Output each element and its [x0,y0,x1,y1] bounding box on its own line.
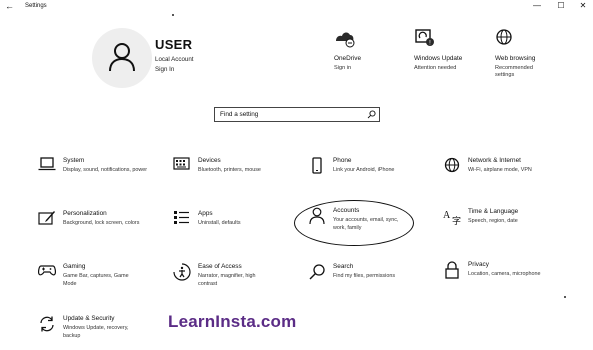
highlight-ellipse [294,200,414,246]
search-placeholder: Find a setting [220,111,259,118]
search-input[interactable]: Find a setting [214,107,380,122]
update-icon [40,316,54,332]
ease-of-access-icon [173,263,191,281]
category-title: Apps [198,210,213,217]
profile-sign-in-link[interactable]: Sign In [155,66,174,74]
phone-icon [312,157,322,174]
category-title: System [63,157,85,164]
title-bar: ← Settings — ☐ ✕ [0,0,593,14]
category-title: Update & Security [63,315,115,322]
time-language-icon: A 字 [443,210,461,226]
profile-account-type: Local Account [155,56,194,63]
quick-link-title: OneDrive [334,55,361,62]
search-icon[interactable] [367,110,376,119]
user-icon [109,43,135,72]
category-title: Gaming [63,263,86,270]
category-title: Time & Language [468,208,519,215]
windows-update-icon: ! [415,29,434,47]
globe-icon [444,157,460,173]
category-description: Background, lock screen, colors [63,220,140,226]
category-description: Narrator, magnifier, high contrast [198,273,256,287]
window-title: Settings [25,3,47,9]
apps-list-icon [174,211,189,224]
quick-link-title: Web browsing [495,55,536,62]
category-title: Ease of Access [198,263,242,270]
category-description: Bluetooth, printers, mouse [198,167,261,173]
close-icon[interactable]: ✕ [578,1,588,11]
category-title: Phone [333,157,352,164]
paint-icon [38,211,55,225]
watermark-logo: LearnInsta.com [168,312,297,331]
category-title: Search [333,263,354,270]
category-description: Find my files, permissions [333,273,396,279]
category-description: Location, camera, microphone [468,271,541,277]
globe-icon [496,29,512,45]
scan-speck [172,14,174,16]
svg-text:A: A [443,210,451,221]
onedrive-icon [336,32,355,48]
category-description: Windows Update, recovery, backup [63,325,129,339]
quick-link-subtitle: Sign in [334,65,352,71]
quick-link-subtitle-2: settings [495,72,515,78]
laptop-icon [38,157,56,171]
minimize-icon[interactable]: — [532,1,542,11]
category-description: Speech, region, date [468,218,518,224]
avatar[interactable] [92,28,152,88]
category-description: Display, sound, notifications, power [63,167,148,173]
category-title: Devices [198,157,221,164]
search-icon [309,264,325,280]
scan-speck [564,296,566,298]
profile-name: USER [155,37,193,52]
category-description: Game Bar, captures, Game Mode [63,273,129,287]
back-arrow-icon[interactable]: ← [5,1,14,11]
category-title: Personalization [63,210,107,217]
quick-link-subtitle: Recommended [495,65,533,71]
keyboard-icon [173,157,190,170]
maximize-icon[interactable]: ☐ [556,1,566,11]
category-title: Privacy [468,261,489,268]
quick-link-title: Windows Update [414,55,463,62]
quick-link-subtitle: Attention needed [414,65,457,71]
category-description: Wi-Fi, airplane mode, VPN [468,167,532,173]
lock-icon [445,261,459,279]
svg-text:字: 字 [452,215,461,226]
category-title: Network & Internet [468,157,521,164]
category-description: Uninstall, defaults [198,220,241,226]
gamepad-icon [38,265,56,276]
category-description: Link your Android, iPhone [333,167,395,173]
